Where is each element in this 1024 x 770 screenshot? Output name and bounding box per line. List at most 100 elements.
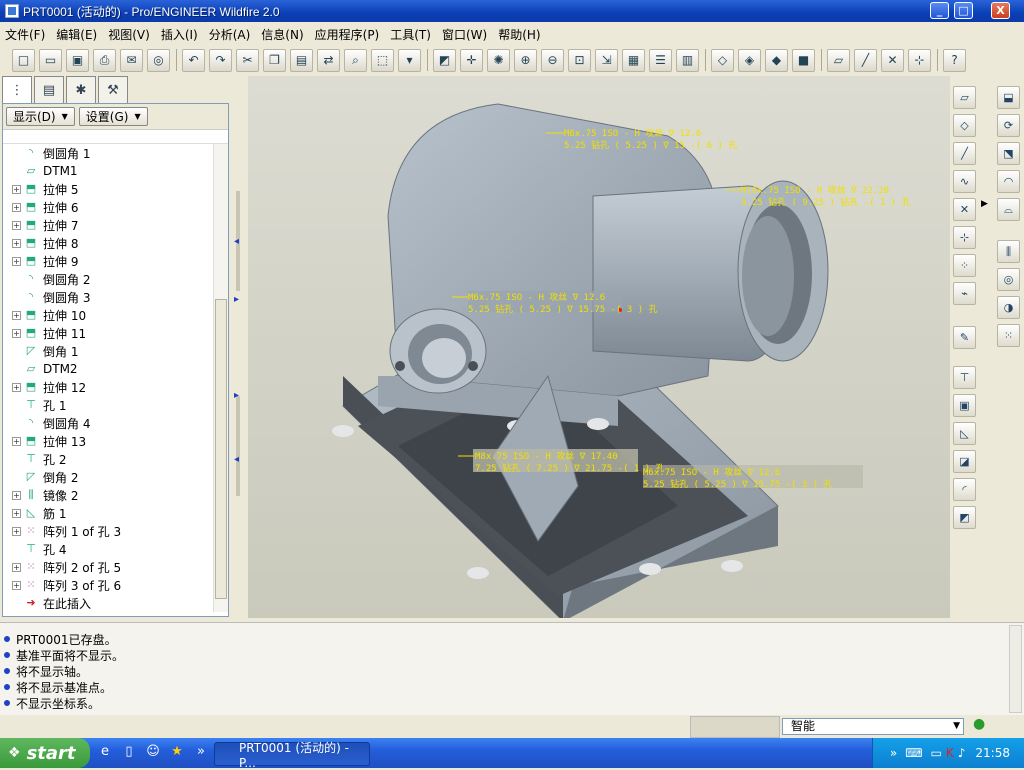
datum-plane-tool-icon[interactable]: ▱ xyxy=(953,86,976,109)
send-mail-icon[interactable]: ✉ xyxy=(120,48,143,72)
menu-analysis[interactable]: 分析(A) xyxy=(204,26,257,43)
datum-axes-toggle-icon[interactable]: ╱ xyxy=(854,48,877,72)
menu-window[interactable]: 窗口(W) xyxy=(437,26,493,43)
tree-item[interactable]: + ⬒ 拉伸 13 xyxy=(3,432,213,450)
style-tool-icon[interactable]: ⌓ xyxy=(997,198,1020,221)
folder-browser-tab-icon[interactable]: ▤ xyxy=(34,76,64,104)
expand-icon[interactable]: + xyxy=(12,580,21,590)
hole-note-3-line1[interactable]: M6x.75 ISO - H 攻丝 ∇ 12.6 xyxy=(468,291,605,303)
ie-icon[interactable]: e xyxy=(96,744,114,762)
layers-icon[interactable]: ☰ xyxy=(649,48,672,72)
datum-plane-icon[interactable]: ◇ xyxy=(953,114,976,137)
expand-icon[interactable]: + xyxy=(12,220,21,230)
tree-item[interactable]: ▱ DTM1 xyxy=(3,162,213,180)
print-icon[interactable]: ⎙ xyxy=(93,48,116,72)
expand-icon[interactable]: + xyxy=(12,310,21,320)
zoom-out-icon[interactable]: ⊖ xyxy=(541,48,564,72)
datum-curve-icon[interactable]: ∿ xyxy=(953,170,976,193)
tree-item[interactable]: ⊤ 孔 1 xyxy=(3,396,213,414)
speaker-icon[interactable]: ♪ xyxy=(958,746,966,760)
tree-item[interactable]: ◸ 倒角 1 xyxy=(3,342,213,360)
tree-item[interactable]: + ⬒ 拉伸 7 xyxy=(3,216,213,234)
variable-sweep-icon[interactable]: ⬔ xyxy=(997,142,1020,165)
star-icon[interactable]: ★ xyxy=(168,744,186,762)
expand-icon[interactable]: + xyxy=(12,562,21,572)
new-file-icon[interactable]: □ xyxy=(12,48,35,72)
datum-point-icon[interactable]: ✕ xyxy=(953,198,976,221)
hole-note-2-line2[interactable]: 9.25 钻孔 ( 9.25 ) 钻孔 -( 1 ) 孔 xyxy=(741,196,911,208)
menu-info[interactable]: 信息(N) xyxy=(256,26,309,43)
favorites-tab-icon[interactable]: ✱ xyxy=(66,76,96,104)
coord-sys-toggle-icon[interactable]: ⊹ xyxy=(908,48,931,72)
close-button[interactable]: X xyxy=(991,2,1010,19)
expand-icon[interactable]: + xyxy=(12,184,21,194)
open-folder-icon[interactable]: ▭ xyxy=(39,48,62,72)
menu-insert[interactable]: 插入(I) xyxy=(156,26,204,43)
merge-tool-icon[interactable]: ◎ xyxy=(997,268,1020,291)
tree-item[interactable]: + ⬒ 拉伸 12 xyxy=(3,378,213,396)
save-icon[interactable]: ▣ xyxy=(66,48,89,72)
tree-scrollbar[interactable] xyxy=(213,144,228,612)
expand-icon[interactable]: + xyxy=(12,202,21,212)
tree-item[interactable]: + ⫼ 镜像 2 xyxy=(3,486,213,504)
expand-icon[interactable]: + xyxy=(12,508,21,518)
messenger-icon[interactable]: ☺ xyxy=(144,744,162,762)
tree-item[interactable]: + ⬒ 拉伸 8 xyxy=(3,234,213,252)
analysis-feature-icon[interactable]: ⌁ xyxy=(953,282,976,305)
flyout-arrow-icon[interactable]: ▶ xyxy=(981,199,988,209)
tree-item[interactable]: + ⬒ 拉伸 11 xyxy=(3,324,213,342)
menu-tools[interactable]: 工具(T) xyxy=(385,26,437,43)
network-icon[interactable]: ▭ xyxy=(931,746,942,760)
pattern-tool-icon[interactable]: ⁙ xyxy=(997,324,1020,347)
draft-tool-icon[interactable]: ◪ xyxy=(953,450,976,473)
orient-mode-icon[interactable]: ✺ xyxy=(487,48,510,72)
scrollbar-thumb[interactable] xyxy=(215,299,227,599)
hole-note-5-line2[interactable]: 5.25 钻孔 ( 5.25 ) ∇ 15.75 -( 3 ) 孔 xyxy=(643,478,833,490)
expand-icon[interactable]: + xyxy=(12,328,21,338)
select-dropdown-icon[interactable]: ▾ xyxy=(398,48,421,72)
revolve-tool-icon[interactable]: ⟳ xyxy=(997,114,1020,137)
tree-item[interactable]: + ⁙ 阵列 1 of 孔 3 xyxy=(3,522,213,540)
no-hidden-icon[interactable]: ◆ xyxy=(765,48,788,72)
find-icon[interactable]: ⌕ xyxy=(344,48,367,72)
spin-center-icon[interactable]: ✛ xyxy=(460,48,483,72)
media-icon[interactable]: ▯ xyxy=(120,744,138,762)
rib-tool-icon[interactable]: ◺ xyxy=(953,422,976,445)
round-tool-icon[interactable]: ◜ xyxy=(953,478,976,501)
taskbar-item-proe[interactable]: PRT0001 (活动的) - P... xyxy=(214,741,370,770)
sketch-tool-icon[interactable]: ✎ xyxy=(953,326,976,349)
quicklaunch-more-icon[interactable]: » xyxy=(192,744,210,762)
boundary-blend-icon[interactable]: ◠ xyxy=(997,170,1020,193)
tree-item[interactable]: ➜ 在此插入 xyxy=(3,594,213,612)
menu-edit[interactable]: 编辑(E) xyxy=(51,26,103,43)
hole-note-5-line1[interactable]: M6x.75 ISO - H 攻丝 ∇ 12.6 xyxy=(643,466,780,478)
extrude-tool-icon[interactable]: ⬓ xyxy=(997,86,1020,109)
copy-icon[interactable]: ❐ xyxy=(263,48,286,72)
menu-help[interactable]: 帮助(H) xyxy=(493,26,546,43)
tree-item[interactable]: ◸ 倒角 2 xyxy=(3,468,213,486)
hole-note-2-line1[interactable]: M10x.75 ISO - H 攻丝 ∇ 22.20 xyxy=(741,184,889,196)
coordinate-system-icon[interactable]: ⊹ xyxy=(953,226,976,249)
hidden-line-icon[interactable]: ◈ xyxy=(738,48,761,72)
show-dropdown[interactable]: 显示(D) ▼ xyxy=(6,107,75,126)
hole-note-1-line2[interactable]: 5.25 钻孔 ( 5.25 ) ∇ 15 -( 6 ) 孔 xyxy=(564,139,737,151)
datum-planes-toggle-icon[interactable]: ▱ xyxy=(827,48,850,72)
tree-item[interactable]: ⊤ 孔 2 xyxy=(3,450,213,468)
model-tree-tab-icon[interactable]: ⋮ xyxy=(2,76,32,104)
shell-tool-icon[interactable]: ▣ xyxy=(953,394,976,417)
view-manager-icon[interactable]: ▥ xyxy=(676,48,699,72)
hole-note-1-line1[interactable]: M6x.75 ISO - H 攻丝 ∇ 12.6 xyxy=(564,127,701,139)
tree-item[interactable]: ⊤ 孔 4 xyxy=(3,540,213,558)
expand-icon[interactable]: + xyxy=(12,256,21,266)
repaint-icon[interactable]: ◎ xyxy=(147,48,170,72)
expand-icon[interactable]: + xyxy=(12,490,21,500)
cut-icon[interactable]: ✂ xyxy=(236,48,259,72)
tree-item[interactable]: + ⬒ 拉伸 9 xyxy=(3,252,213,270)
tree-item[interactable]: ◝ 倒圆角 3 xyxy=(3,288,213,306)
settings-dropdown[interactable]: 设置(G) ▼ xyxy=(78,107,148,126)
context-help-icon[interactable]: ? xyxy=(943,48,966,72)
maximize-button[interactable]: □ xyxy=(954,2,973,19)
expand-icon[interactable]: + xyxy=(12,436,21,446)
hole-note-4-line2[interactable]: 7.25 钻孔 ( 7.25 ) ∇ 21.75 -( 1 ) 孔 xyxy=(475,462,665,474)
reorient-icon[interactable]: ⇲ xyxy=(595,48,618,72)
